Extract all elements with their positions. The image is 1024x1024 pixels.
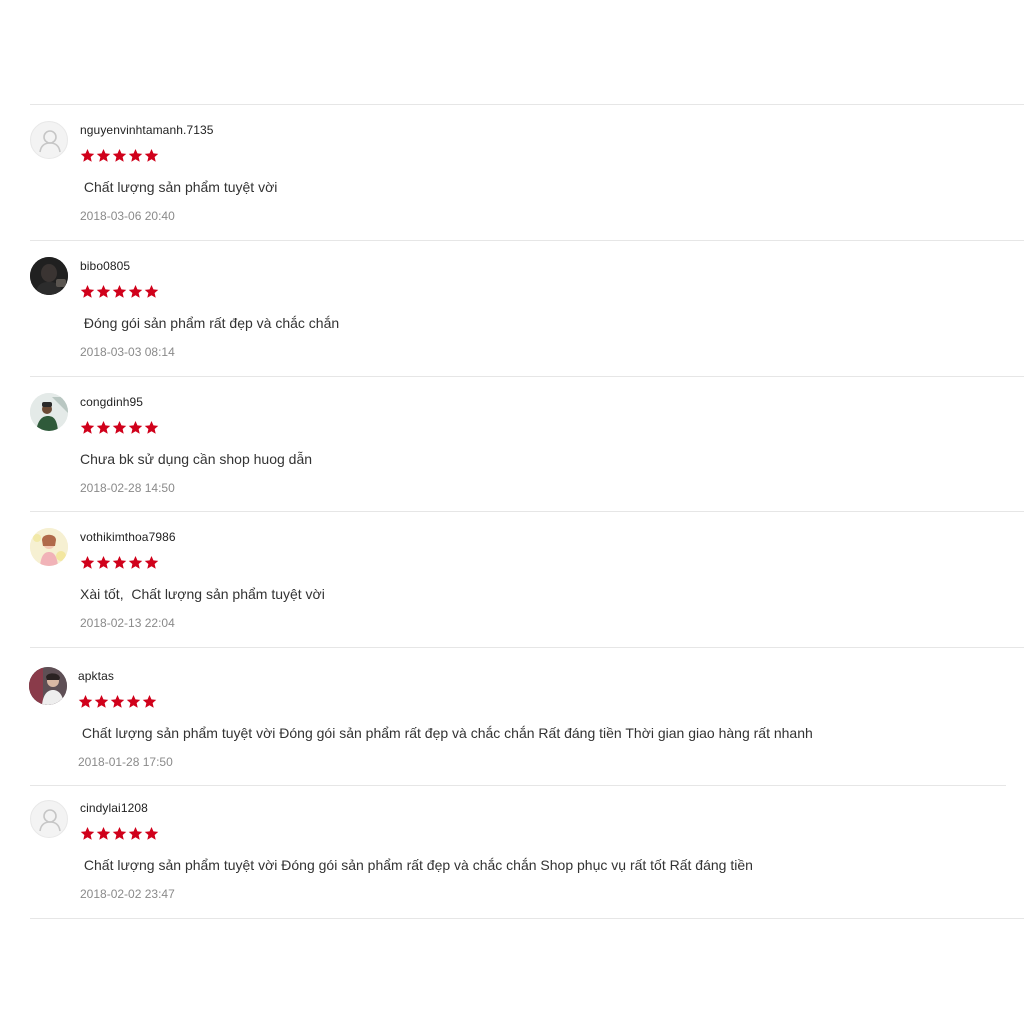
star-icon — [144, 826, 159, 840]
user-avatar[interactable] — [30, 393, 68, 431]
star-icon — [80, 555, 95, 569]
review-username[interactable]: apktas — [78, 669, 114, 683]
star-icon — [78, 694, 93, 708]
star-icon — [96, 284, 111, 298]
user-avatar[interactable] — [29, 667, 67, 705]
review-comment: Chất lượng sản phẩm tuyệt vời — [80, 179, 278, 195]
divider — [30, 918, 1024, 919]
default-avatar-icon[interactable] — [30, 121, 68, 159]
user-avatar[interactable] — [30, 257, 68, 295]
rating-stars — [80, 555, 159, 571]
review-list: nguyenvinhtamanh.7135 Chất lượng sản phẩ… — [0, 0, 1024, 1024]
star-icon — [128, 420, 143, 434]
rating-stars — [80, 284, 159, 300]
review-item: bibo0805 Đóng gói sản phẩm rất đẹp và ch… — [0, 241, 1024, 376]
review-item: congdinh95 Chưa bk sử dụng cần shop huog… — [0, 377, 1024, 512]
user-avatar[interactable] — [30, 528, 68, 566]
review-comment: Xài tốt, Chất lượng sản phẩm tuyệt vời — [80, 586, 325, 602]
review-username[interactable]: vothikimthoa7986 — [80, 530, 176, 544]
star-icon — [128, 284, 143, 298]
rating-stars — [80, 420, 159, 436]
review-timestamp: 2018-03-03 08:14 — [80, 345, 175, 359]
star-icon — [96, 826, 111, 840]
rating-stars — [80, 148, 159, 164]
review-item: vothikimthoa7986 Xài tốt, Chất lượng sản… — [0, 512, 1024, 647]
star-icon — [96, 555, 111, 569]
star-icon — [112, 148, 127, 162]
star-icon — [80, 420, 95, 434]
star-icon — [142, 694, 157, 708]
review-timestamp: 2018-02-13 22:04 — [80, 616, 175, 630]
review-comment: Chất lượng sản phẩm tuyệt vời Đóng gói s… — [78, 725, 813, 741]
review-item: nguyenvinhtamanh.7135 Chất lượng sản phẩ… — [0, 105, 1024, 240]
star-icon — [80, 284, 95, 298]
star-icon — [144, 555, 159, 569]
default-avatar-icon[interactable] — [30, 800, 68, 838]
review-comment: Chưa bk sử dụng cần shop huog dẫn — [80, 451, 313, 467]
star-icon — [126, 694, 141, 708]
star-icon — [112, 420, 127, 434]
review-item: apktas Chất lượng sản phẩm tuyệt vời Đón… — [0, 648, 1024, 783]
star-icon — [144, 284, 159, 298]
review-item: cindylai1208 Chất lượng sản phẩm tuyệt v… — [0, 786, 1024, 921]
review-username[interactable]: congdinh95 — [80, 395, 143, 409]
star-icon — [128, 148, 143, 162]
star-icon — [110, 694, 125, 708]
rating-stars — [80, 826, 159, 842]
star-icon — [80, 148, 95, 162]
review-username[interactable]: nguyenvinhtamanh.7135 — [80, 123, 214, 137]
star-icon — [128, 555, 143, 569]
review-timestamp: 2018-03-06 20:40 — [80, 209, 175, 223]
review-timestamp: 2018-01-28 17:50 — [78, 755, 173, 769]
star-icon — [144, 420, 159, 434]
review-username[interactable]: bibo0805 — [80, 259, 130, 273]
star-icon — [96, 148, 111, 162]
star-icon — [96, 420, 111, 434]
review-username[interactable]: cindylai1208 — [80, 801, 148, 815]
review-comment: Đóng gói sản phẩm rất đẹp và chắc chắn — [80, 315, 340, 331]
review-timestamp: 2018-02-28 14:50 — [80, 481, 175, 495]
rating-stars — [78, 694, 157, 710]
star-icon — [144, 148, 159, 162]
star-icon — [80, 826, 95, 840]
star-icon — [112, 555, 127, 569]
review-timestamp: 2018-02-02 23:47 — [80, 887, 175, 901]
star-icon — [112, 826, 127, 840]
star-icon — [94, 694, 109, 708]
star-icon — [128, 826, 143, 840]
star-icon — [112, 284, 127, 298]
review-comment: Chất lượng sản phẩm tuyệt vời Đóng gói s… — [80, 857, 753, 873]
